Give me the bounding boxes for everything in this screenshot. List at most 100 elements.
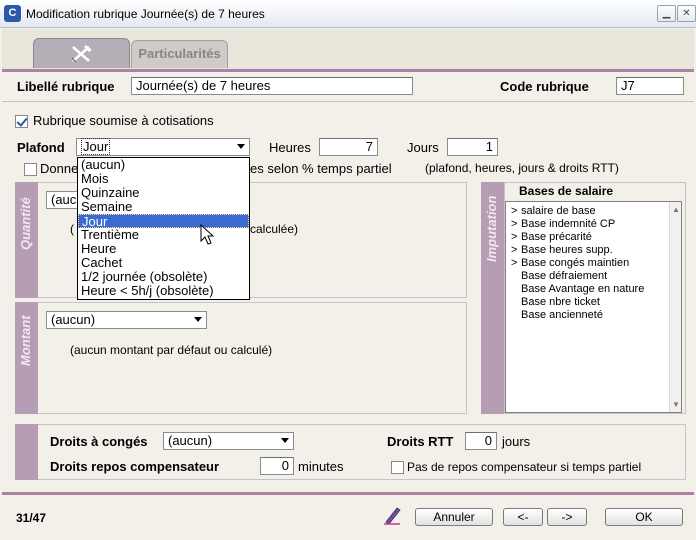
plafond-select-value: Jour: [81, 138, 111, 155]
app-icon: C: [4, 5, 21, 22]
list-item[interactable]: Base ancienneté: [511, 309, 644, 322]
plafond-option[interactable]: Semaine: [78, 200, 249, 214]
quantite-desc-start: (: [70, 222, 74, 236]
jours-input[interactable]: 1: [447, 138, 498, 156]
rtt-label: Droits RTT: [387, 434, 454, 449]
plafond-option[interactable]: Mois: [78, 172, 249, 186]
list-item[interactable]: > Base heures supp.: [511, 244, 644, 257]
tab-main[interactable]: [33, 38, 130, 68]
plafond-option[interactable]: Heure: [78, 242, 249, 256]
divider: [2, 101, 694, 102]
list-item-label: salaire de base: [521, 205, 596, 217]
temps-partiel-label-end: es selon % temps partiel: [250, 161, 392, 176]
list-item-label: Base heures supp.: [521, 244, 613, 256]
temps-partiel-label-start: Donne: [40, 161, 79, 176]
cotisations-label: Rubrique soumise à cotisations: [33, 113, 214, 128]
quantite-side-label: Quantité: [18, 197, 33, 250]
list-item-label: Base précarité: [521, 231, 592, 243]
repos-unit: minutes: [298, 459, 344, 474]
conges-label: Droits à congés: [50, 434, 148, 449]
tab-particularites[interactable]: Particularités: [131, 40, 228, 68]
quantite-select-value: (auc: [51, 192, 77, 207]
list-item-label: Base congés maintien: [521, 257, 630, 269]
scroll-up-icon: ▲: [672, 205, 680, 214]
repos-input[interactable]: 0: [260, 457, 294, 475]
footer-divider: [2, 492, 694, 495]
montant-sidebar: Montant: [15, 302, 38, 414]
montant-desc: (aucun montant par défaut ou calculé): [70, 343, 273, 357]
rtt-unit: jours: [502, 434, 531, 449]
quantite-sidebar: Quantité: [15, 182, 38, 298]
minimize-icon: ▁: [662, 8, 671, 19]
list-item[interactable]: > Base précarité: [511, 231, 644, 244]
temps-partiel-note: (plafond, heures, jours & droits RTT): [425, 161, 619, 175]
jours-label: Jours: [407, 140, 439, 155]
libelle-input[interactable]: Journée(s) de 7 heures: [131, 77, 413, 95]
plafond-dropdown-list[interactable]: (aucun) Mois Quinzaine Semaine Jour Tren…: [77, 157, 250, 300]
tools-icon: [71, 45, 92, 63]
chevron-down-icon: [281, 438, 289, 443]
scroll-down-icon: ▼: [672, 400, 680, 409]
droits-sidebar: [15, 424, 38, 480]
repos-label: Droits repos compensateur: [50, 459, 220, 474]
plafond-option[interactable]: Heure < 5h/j (obsolète): [78, 284, 249, 298]
plafond-label: Plafond: [17, 140, 65, 155]
plafond-select[interactable]: Jour: [76, 138, 250, 156]
list-item[interactable]: Base nbre ticket: [511, 296, 644, 309]
temps-partiel-checkbox[interactable]: [24, 163, 37, 176]
bases-salaire-list[interactable]: ▲ ▼ > salaire de base > Base indemnité CP …: [505, 201, 682, 413]
chevron-down-icon: [194, 317, 202, 322]
cursor-icon: [200, 224, 215, 245]
tab-underline: [2, 69, 694, 72]
libelle-label: Libellé rubrique: [17, 79, 115, 94]
quantite-select[interactable]: (auc: [46, 191, 78, 209]
bases-items: > salaire de base > Base indemnité CP > Bas…: [511, 205, 644, 322]
chevron-down-icon: [237, 144, 245, 149]
close-button[interactable]: ✕: [677, 5, 696, 22]
plafond-option[interactable]: 1/2 journée (obsolète): [78, 270, 249, 284]
heures-label: Heures: [269, 140, 311, 155]
list-item[interactable]: > Base indemnité CP: [511, 218, 644, 231]
montant-select[interactable]: (aucun): [46, 311, 207, 329]
list-item-label: Base nbre ticket: [521, 296, 600, 308]
bases-salaire-header: Bases de salaire: [519, 184, 614, 198]
plafond-option[interactable]: Quinzaine: [78, 186, 249, 200]
next-button[interactable]: ->: [547, 508, 587, 526]
list-item-marker: >: [511, 244, 518, 256]
pencil-icon[interactable]: [382, 505, 402, 525]
plafond-option[interactable]: Trentième: [78, 228, 249, 242]
quantite-desc-end: calculée): [250, 222, 299, 236]
list-item-marker: >: [511, 205, 518, 217]
cotisations-checkbox[interactable]: [15, 115, 28, 128]
window-title: Modification rubrique Journée(s) de 7 he…: [26, 7, 265, 21]
conges-select[interactable]: (aucun): [163, 432, 294, 450]
montant-select-value: (aucun): [51, 312, 96, 327]
repos-tp-label: Pas de repos compensateur si temps parti…: [407, 460, 642, 474]
minimize-button[interactable]: ▁: [657, 5, 676, 22]
imputation-sidebar: Imputation: [481, 182, 504, 414]
list-item[interactable]: > salaire de base: [511, 205, 644, 218]
annuler-button[interactable]: Annuler: [415, 508, 493, 526]
repos-tp-checkbox[interactable]: [391, 461, 404, 474]
list-item-label: Base indemnité CP: [521, 218, 616, 230]
prev-button[interactable]: <-: [503, 508, 543, 526]
close-icon: ✕: [682, 8, 691, 19]
list-item[interactable]: Base défraiement: [511, 270, 644, 283]
code-label: Code rubrique: [500, 79, 589, 94]
imputation-side-label: Imputation: [484, 195, 499, 262]
list-item[interactable]: Base Avantage en nature: [511, 283, 644, 296]
list-item[interactable]: > Base congés maintien: [511, 257, 644, 270]
plafond-option-selected[interactable]: Jour: [78, 214, 249, 229]
rtt-input[interactable]: 0: [465, 432, 497, 450]
montant-side-label: Montant: [18, 315, 33, 366]
heures-input[interactable]: 7: [319, 138, 378, 156]
plafond-option[interactable]: (aucun): [78, 158, 249, 172]
ok-button[interactable]: OK: [605, 508, 683, 526]
code-input[interactable]: J7: [616, 77, 684, 95]
list-item-marker: >: [511, 257, 518, 269]
list-scrollbar[interactable]: ▲ ▼: [669, 202, 681, 412]
plafond-option[interactable]: Cachet: [78, 256, 249, 270]
conges-select-value: (aucun): [168, 433, 213, 448]
list-item-label: Base défraiement: [521, 270, 608, 282]
list-item-label: Base Avantage en nature: [521, 283, 645, 295]
